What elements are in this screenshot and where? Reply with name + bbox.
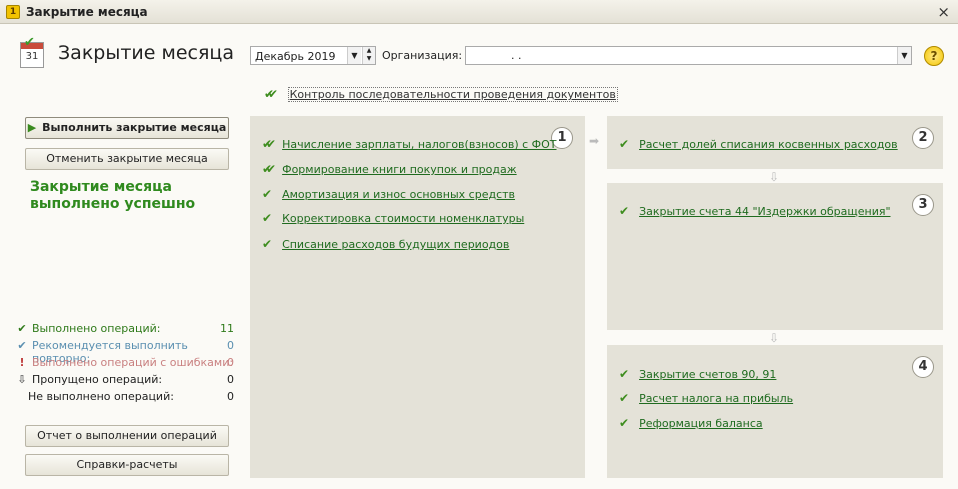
- check-icon: ✔: [619, 137, 630, 151]
- period-select[interactable]: Декабрь 2019 ▼ ▲ ▼: [250, 46, 376, 65]
- step-item: ✔ Списание расходов будущих периодов: [262, 237, 509, 251]
- run-close-month-button[interactable]: ▶ Выполнить закрытие месяца: [25, 117, 229, 139]
- double-check-icon: ✔✔: [262, 162, 276, 176]
- stat-done: ✔ Выполнено операций: 11: [17, 322, 234, 335]
- arrow-right-icon: ➡: [589, 134, 600, 148]
- period-spinner[interactable]: ▲ ▼: [362, 47, 375, 64]
- step-item: ✔✔ Формирование книги покупок и продаж: [262, 162, 517, 176]
- down-arrow-icon: ⇩: [17, 373, 27, 386]
- step-link[interactable]: Расчет налога на прибыль: [639, 392, 793, 405]
- check-icon: ✔: [619, 367, 630, 381]
- step-number-badge: 4: [912, 356, 934, 378]
- step-item: ✔ Амортизация и износ основных средств: [262, 187, 515, 201]
- play-icon: ▶: [27, 121, 37, 134]
- arrow-down-icon: ⇩: [769, 331, 780, 345]
- check-icon: ✔: [619, 391, 630, 405]
- step-item: ✔✔ Начисление зарплаты, налогов(взносов) …: [262, 137, 557, 151]
- control-link-row: ✔✔ Контроль последовательности проведени…: [264, 87, 618, 102]
- step-item: ✔ Расчет долей списания косвенных расходо…: [619, 137, 898, 151]
- step-link[interactable]: Амортизация и износ основных средств: [282, 188, 515, 201]
- step-link[interactable]: Начисление зарплаты, налогов(взносов) с …: [282, 138, 556, 151]
- step-link[interactable]: Расчет долей списания косвенных расходов: [639, 138, 898, 151]
- cancel-close-month-button[interactable]: Отменить закрытие месяца: [25, 148, 229, 170]
- step-link[interactable]: Корректировка стоимости номенклатуры: [282, 212, 524, 225]
- period-value: Декабрь 2019: [255, 50, 336, 63]
- step-4-panel: 4 ✔ Закрытие счетов 90, 91 ✔ Расчет налога…: [607, 345, 943, 478]
- chevron-down-icon[interactable]: ▼: [347, 47, 361, 64]
- stat-not-done: Не выполнено операций: 0: [28, 390, 234, 403]
- step-1-panel: 1 ✔✔ Начисление зарплаты, налогов(взносов…: [250, 116, 585, 478]
- step-link[interactable]: Формирование книги покупок и продаж: [282, 163, 517, 176]
- step-item: ✔ Закрытие счетов 90, 91: [619, 367, 776, 381]
- step-item: ✔ Расчет налога на прибыль: [619, 391, 793, 405]
- check-icon: ✔: [262, 187, 273, 201]
- step-link[interactable]: Реформация баланса: [639, 417, 763, 430]
- step-number-badge: 3: [912, 194, 934, 216]
- double-check-icon: ✔✔: [262, 137, 276, 151]
- stat-errors: ! Выполнено операций с ошибками: 0: [16, 355, 238, 372]
- check-icon: ✔: [17, 339, 27, 352]
- window-title: Закрытие месяца: [26, 5, 148, 19]
- chevron-down-icon[interactable]: ▼: [897, 47, 911, 64]
- window-titlebar: 1 Закрытие месяца ×: [0, 0, 958, 24]
- check-icon: ✔: [262, 211, 273, 225]
- step-link[interactable]: Закрытие счета 44 "Издержки обращения": [639, 205, 890, 218]
- stat-recommended: ✔ Рекомендуется выполнить повторно: 0: [17, 339, 234, 365]
- check-icon: ✔: [619, 416, 630, 430]
- help-icon[interactable]: ?: [924, 46, 944, 66]
- step-link[interactable]: Закрытие счетов 90, 91: [639, 368, 776, 381]
- warning-icon: !: [19, 356, 25, 369]
- calc-references-button[interactable]: Справки-расчеты: [25, 454, 229, 476]
- check-icon: ✔: [619, 204, 630, 218]
- step-number-badge: 2: [912, 127, 934, 149]
- org-select[interactable]: . . ▼: [465, 46, 912, 65]
- step-item: ✔ Корректировка стоимости номенклатуры: [262, 211, 524, 225]
- close-icon[interactable]: ×: [937, 3, 950, 21]
- status-message: Закрытие месяца выполнено успешно: [30, 179, 196, 212]
- org-label: Организация:: [382, 49, 463, 62]
- page-title: Закрытие месяца: [58, 42, 234, 64]
- step-3-panel: 3 ✔ Закрытие счета 44 "Издержки обращения…: [607, 183, 943, 330]
- double-check-icon: ✔✔: [264, 87, 278, 101]
- arrow-down-icon: ⇩: [769, 170, 780, 184]
- check-icon: ✔: [262, 237, 273, 251]
- check-icon: ✔: [17, 322, 27, 335]
- org-value: . .: [511, 49, 522, 62]
- step-2-panel: 2 ✔ Расчет долей списания косвенных расхо…: [607, 116, 943, 169]
- operations-stats: ✔ Выполнено операций: 11 ✔ Рекомендуется…: [16, 321, 238, 406]
- app-icon: 1: [6, 5, 20, 19]
- control-sequence-link[interactable]: Контроль последовательности проведения д…: [287, 87, 618, 102]
- calendar-icon: ✔ 31: [20, 35, 44, 68]
- step-link[interactable]: Списание расходов будущих периодов: [282, 238, 509, 251]
- step-item: ✔ Закрытие счета 44 "Издержки обращения": [619, 204, 891, 218]
- stat-skipped: ⇩ Пропущено операций: 0: [17, 373, 234, 386]
- operations-report-button[interactable]: Отчет о выполнении операций: [25, 425, 229, 447]
- step-item: ✔ Реформация баланса: [619, 416, 763, 430]
